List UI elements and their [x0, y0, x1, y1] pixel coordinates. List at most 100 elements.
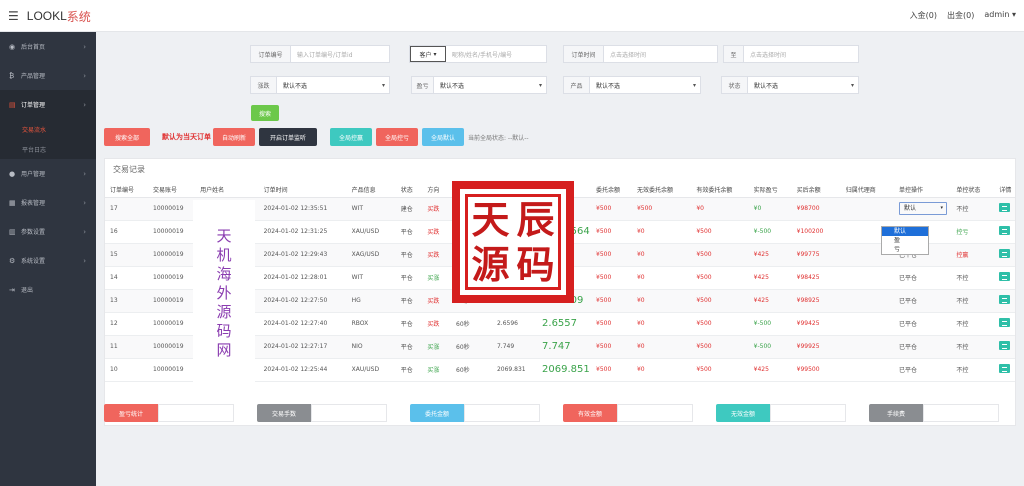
detail-icon[interactable]: [999, 226, 1011, 235]
cell-value: 2.6596: [496, 320, 518, 327]
sidebar-item-label: 订单管理: [21, 102, 46, 109]
order-time-end-input[interactable]: 点击选择时间: [744, 50, 786, 59]
customer-select[interactable]: 客户 ▾: [410, 46, 446, 62]
detail-icon[interactable]: [999, 272, 1011, 281]
cell-value: 15: [110, 251, 118, 258]
table-cell: 10000019: [148, 220, 196, 244]
sidebar-item-5[interactable]: ▥ 参数设置 ›: [0, 217, 96, 246]
order-monitor-button[interactable]: 开启订单监听: [259, 128, 317, 146]
hamburger-icon[interactable]: ☰: [8, 9, 19, 23]
detail-cell[interactable]: [994, 312, 1015, 336]
sidebar-item-7[interactable]: ⇥ 退出: [0, 275, 96, 304]
status-select[interactable]: 状态 默认不选 ▾: [721, 76, 859, 94]
sidebar-subitem-0[interactable]: 交易流水: [0, 119, 96, 139]
sidebar-item-2[interactable]: ▤ 订单管理 ›: [0, 90, 96, 119]
chevron-right-icon: ›: [83, 227, 86, 236]
table-cell: ¥500: [591, 312, 632, 336]
detail-cell[interactable]: [994, 243, 1015, 267]
table-cell: ¥425: [748, 289, 792, 313]
order-time-start-input[interactable]: 点击选择时间: [604, 50, 646, 59]
sidebar-subitem-1[interactable]: 平台日志: [0, 139, 96, 159]
auto-refresh-button[interactable]: 自动刷新: [213, 128, 255, 146]
withdraw-link[interactable]: 出金(0): [947, 10, 974, 21]
cell-value: 买跌: [427, 206, 440, 213]
dropdown-option[interactable]: 亏: [882, 245, 928, 254]
cell-value: 2024-01-02 12:27:17: [263, 343, 328, 350]
global-loss-button[interactable]: 全局控亏: [376, 128, 418, 146]
sidebar-item-1[interactable]: ₿ 产品管理 ›: [0, 61, 96, 90]
control-dropdown: 默认盈亏: [881, 226, 929, 255]
column-header: 产品信息: [346, 183, 396, 198]
cell-value: 买跌: [427, 321, 440, 328]
table-cell: ¥500: [591, 289, 632, 313]
order-no-input[interactable]: 输入订单编号/订单id: [291, 50, 353, 59]
cell-value: 10000019: [153, 366, 184, 373]
sidebar-item-0[interactable]: ◉ 后台首页 ›: [0, 32, 96, 61]
cell-value: ¥99500: [796, 366, 820, 373]
order-time-end-field[interactable]: 至点击选择时间: [723, 45, 859, 63]
user-menu[interactable]: admin ▾: [984, 10, 1016, 21]
order-time-label: 订单时间: [564, 46, 604, 62]
table-cell: 不控: [951, 289, 995, 313]
control-select[interactable]: 默认 ▾: [899, 202, 948, 215]
table-cell: ¥100200: [791, 220, 841, 244]
deposit-link[interactable]: 入金(0): [910, 10, 937, 21]
sidebar-item-label: 报表管理: [21, 200, 46, 207]
cell-value: 2024-01-02 12:27:40: [263, 320, 328, 327]
cell-value: ¥99425: [796, 320, 820, 327]
detail-icon[interactable]: [999, 318, 1011, 327]
status-value: 默认不选: [754, 82, 779, 90]
order-no-field[interactable]: 订单编号 输入订单编号/订单id: [250, 45, 390, 63]
table-cell: 10000019: [148, 243, 196, 267]
table-cell: [840, 335, 895, 359]
detail-icon[interactable]: [999, 341, 1011, 350]
sidebar-item-6[interactable]: ⚙ 系统设置 ›: [0, 246, 96, 275]
cell-value: 平仓: [400, 298, 413, 305]
cell-value: 60秒: [456, 344, 470, 351]
table-cell: ¥98700: [791, 197, 841, 221]
table-cell: ¥0: [631, 312, 692, 336]
sidebar-item-label: 退出: [21, 287, 34, 294]
detail-cell[interactable]: [994, 358, 1015, 382]
detail-cell[interactable]: [994, 335, 1015, 359]
detail-cell[interactable]: [994, 197, 1015, 221]
cell-value: ¥500: [696, 274, 712, 281]
dropdown-option[interactable]: 默认: [882, 227, 928, 236]
profit-label: 盈亏: [412, 77, 434, 93]
cell-value: ¥425: [753, 366, 769, 373]
cell-value: ¥425: [753, 297, 769, 304]
search-button[interactable]: 搜索: [251, 105, 279, 121]
customer-field[interactable]: 客户 ▾ 昵称/姓名/手机号/编号: [409, 45, 547, 63]
global-profit-button[interactable]: 全局控赢: [330, 128, 372, 146]
direction-select[interactable]: 涨跌 默认不选 ▾: [250, 76, 390, 94]
table-cell: 已平仓: [894, 312, 952, 336]
table-cell: ¥-500: [748, 312, 792, 336]
dropdown-option[interactable]: 盈: [882, 236, 928, 245]
table-cell: ¥0: [691, 197, 749, 221]
detail-icon[interactable]: [999, 295, 1011, 304]
search-all-button[interactable]: 搜索全部: [104, 128, 150, 146]
detail-icon[interactable]: [999, 203, 1011, 212]
detail-cell[interactable]: [994, 289, 1015, 313]
stat-value: [464, 404, 540, 422]
sidebar-item-3[interactable]: ● 用户管理 ›: [0, 159, 96, 188]
table-cell: 平仓: [395, 335, 423, 359]
product-select[interactable]: 产品 默认不选 ▾: [563, 76, 701, 94]
order-time-field[interactable]: 订单时间 点击选择时间: [563, 45, 718, 63]
table-cell: 平仓: [395, 266, 423, 290]
detail-icon[interactable]: [999, 249, 1011, 258]
detail-icon[interactable]: [999, 364, 1011, 373]
global-default-button[interactable]: 全局默认: [422, 128, 464, 146]
table-cell: 2.6557: [537, 312, 591, 336]
table-cell: 买跌: [422, 243, 452, 267]
table-cell: ¥500: [691, 220, 749, 244]
profit-select[interactable]: 盈亏 默认不选 ▾: [411, 76, 547, 94]
detail-cell[interactable]: [994, 266, 1015, 290]
detail-cell[interactable]: [994, 220, 1015, 244]
table-cell: 控亏: [951, 220, 995, 244]
customer-input[interactable]: 昵称/姓名/手机号/编号: [446, 50, 512, 59]
cell-value: ¥98700: [796, 205, 820, 212]
table-cell[interactable]: 默认 ▾: [894, 197, 952, 221]
sidebar-item-4[interactable]: ▦ 报表管理 ›: [0, 188, 96, 217]
cell-value: RBOX: [351, 320, 369, 327]
